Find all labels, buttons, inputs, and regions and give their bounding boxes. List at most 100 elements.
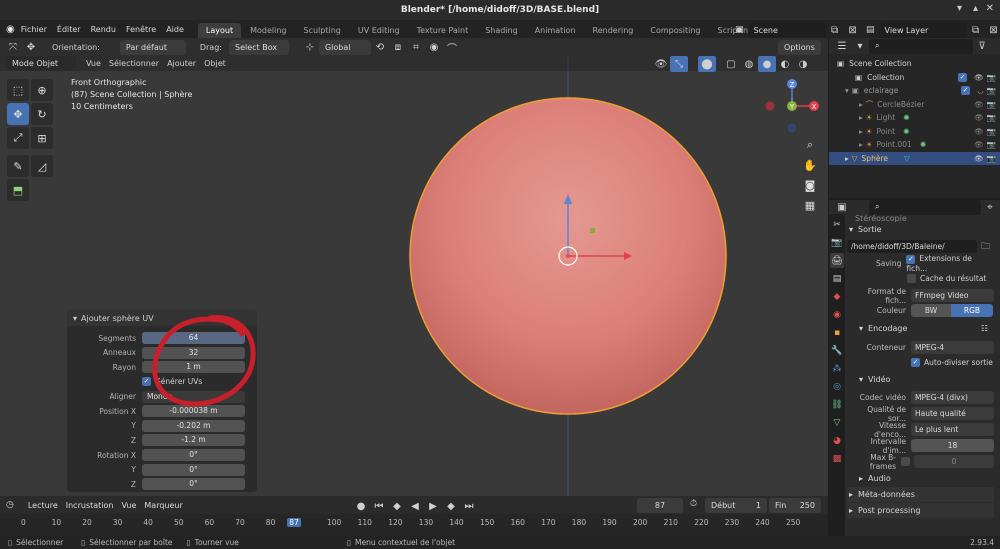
properties-editor-icon[interactable]: ▣ bbox=[833, 199, 851, 215]
snap-icon[interactable]: ⧈ bbox=[389, 39, 407, 55]
tool-tab-icon[interactable]: ✂ bbox=[830, 217, 844, 232]
metadata-section[interactable]: ▸ Méta-données bbox=[847, 487, 994, 502]
zoom-icon[interactable]: ⌕ bbox=[801, 136, 819, 154]
physics-tab-icon[interactable]: ◎ bbox=[830, 379, 844, 394]
video-section[interactable]: ▾ Vidéo bbox=[847, 372, 994, 387]
outliner-item-scene-collection[interactable]: ▣ Scene Collection bbox=[829, 57, 1000, 71]
visibility-icon[interactable]: 👁 bbox=[652, 56, 670, 72]
cache-result-checkbox[interactable] bbox=[907, 274, 916, 284]
color-rgb-button[interactable]: RGB bbox=[951, 304, 993, 317]
camera-icon[interactable]: 📷 bbox=[987, 140, 996, 149]
tab-compositing[interactable]: Compositing bbox=[642, 23, 708, 38]
menu-edit[interactable]: Éditer bbox=[57, 25, 81, 34]
menu-help[interactable]: Aide bbox=[166, 25, 184, 34]
material-tab-icon[interactable]: ◕ bbox=[830, 433, 844, 448]
menu-add[interactable]: Ajouter bbox=[167, 59, 196, 68]
data-tab-icon[interactable]: ▽ bbox=[830, 415, 844, 430]
menu-window[interactable]: Fenêtre bbox=[126, 25, 156, 34]
pivot-icon[interactable]: ⟲ bbox=[371, 39, 389, 55]
filter-icon[interactable]: ⊽ bbox=[973, 38, 991, 54]
codec-dropdown[interactable]: MPEG-4 (divx) bbox=[911, 391, 994, 404]
autosplit-checkbox[interactable]: ✓ bbox=[911, 358, 920, 368]
timeline-view-menu[interactable]: Vue bbox=[117, 498, 140, 513]
proportional-edit-icon[interactable]: ◉ bbox=[425, 39, 443, 55]
move-tool-icon[interactable]: ✥ bbox=[7, 103, 29, 125]
collapse-arrow-icon[interactable]: ▾ bbox=[859, 324, 863, 333]
perspective-toggle-icon[interactable]: ▦ bbox=[801, 196, 819, 214]
eye-icon[interactable]: 👁 bbox=[974, 154, 984, 163]
file-extensions-option[interactable]: ✓ Extensions de fich... bbox=[906, 254, 994, 273]
autosplit-option[interactable]: ✓ Auto-diviser sortie bbox=[911, 358, 993, 368]
cache-result-option[interactable]: Cache du résultat bbox=[907, 274, 986, 284]
render-tab-icon[interactable]: 📷 bbox=[830, 235, 844, 250]
object-tab-icon[interactable]: ▪ bbox=[830, 325, 844, 340]
particles-tab-icon[interactable]: ⁂ bbox=[830, 361, 844, 376]
play-icon[interactable]: ▶ bbox=[424, 498, 442, 514]
eye-icon[interactable]: 👁 bbox=[974, 100, 984, 109]
expand-arrow-icon[interactable]: ▸ bbox=[845, 154, 849, 163]
include-checkbox[interactable]: ✓ bbox=[961, 86, 971, 96]
timeline-ruler[interactable]: 0 10 20 30 40 50 60 70 80 87 100 110 120 130 140 150 160… bbox=[0, 514, 828, 536]
new-scene-icon[interactable]: ⧉ bbox=[826, 22, 844, 38]
delete-view-layer-icon[interactable]: ⊠ bbox=[985, 22, 1000, 38]
postprocessing-section[interactable]: ▸ Post processing bbox=[847, 503, 994, 518]
tab-shading[interactable]: Shading bbox=[477, 23, 526, 38]
gizmo-icon[interactable]: ⤡ bbox=[670, 56, 688, 72]
eye-icon[interactable]: 👁 bbox=[974, 113, 984, 122]
expand-arrow-icon[interactable]: ▸ bbox=[859, 100, 863, 109]
overlay-icon[interactable]: ⬤ bbox=[698, 56, 716, 72]
timeline-current-frame-marker[interactable]: 87 bbox=[287, 518, 301, 527]
properties-search-input[interactable]: ⌕ bbox=[869, 199, 981, 215]
scene-field[interactable]: Scene bbox=[747, 22, 826, 38]
expand-arrow-icon[interactable]: ▸ bbox=[849, 506, 853, 515]
eye-icon[interactable]: 👁 bbox=[974, 127, 984, 136]
color-bw-button[interactable]: BW bbox=[911, 304, 951, 317]
tab-modeling[interactable]: Modeling bbox=[242, 23, 294, 38]
stereoscopy-section[interactable]: Stéréoscopie bbox=[847, 214, 994, 222]
camera-icon[interactable]: 📷 bbox=[987, 100, 996, 109]
menu-file[interactable]: Fichier bbox=[21, 25, 47, 34]
xray-icon[interactable]: ▢ bbox=[722, 56, 740, 72]
next-keyframe-icon[interactable]: ◆ bbox=[442, 498, 460, 514]
expand-arrow-icon[interactable]: ▾ bbox=[845, 86, 849, 95]
tab-rendering[interactable]: Rendering bbox=[585, 23, 642, 38]
keying-menu[interactable]: Incrustation bbox=[62, 498, 118, 513]
options-dropdown[interactable]: Options bbox=[778, 40, 821, 55]
scene-tab-icon[interactable]: ◆ bbox=[830, 289, 844, 304]
menu-view[interactable]: Vue bbox=[86, 59, 101, 68]
camera-icon[interactable]: 📷 bbox=[987, 86, 996, 95]
3d-viewport[interactable]: ⤧ ✥ Orientation: Par défaut Drag: Select… bbox=[0, 38, 828, 496]
falloff-icon[interactable]: ⌒ bbox=[443, 39, 461, 55]
outliner-search-input[interactable]: ⌕ bbox=[869, 38, 973, 54]
end-frame-field[interactable]: Fin 250 bbox=[769, 498, 821, 513]
constraints-tab-icon[interactable]: ⛓ bbox=[830, 397, 844, 412]
orientation-dropdown[interactable]: Par défaut bbox=[119, 39, 186, 55]
blender-logo-icon[interactable]: ◉ bbox=[6, 24, 15, 35]
texture-tab-icon[interactable]: ▩ bbox=[830, 451, 844, 466]
tab-sculpting[interactable]: Sculpting bbox=[295, 23, 348, 38]
delete-scene-icon[interactable]: ⊠ bbox=[844, 22, 862, 38]
audio-section[interactable]: ▸ Audio bbox=[847, 471, 994, 486]
close-icon[interactable]: ✕ bbox=[986, 3, 994, 14]
menu-select[interactable]: Sélectionner bbox=[109, 59, 159, 68]
tab-animation[interactable]: Animation bbox=[527, 23, 584, 38]
outliner-item-curve[interactable]: ▸ ⌒ CercleBézier 👁 📷 bbox=[829, 98, 1000, 112]
menu-object[interactable]: Objet bbox=[204, 59, 226, 68]
folder-icon[interactable]: 🗀 bbox=[981, 239, 990, 255]
rotation-y-field[interactable]: 0° bbox=[142, 463, 245, 476]
drag-dropdown[interactable]: Select Box bbox=[228, 39, 289, 55]
collapse-arrow-icon[interactable]: ▾ bbox=[849, 225, 853, 234]
outliner-item-point[interactable]: ▸ ☀ Point ✺ 👁 📷 bbox=[829, 125, 1000, 139]
tab-texture-paint[interactable]: Texture Paint bbox=[409, 23, 477, 38]
speed-dropdown[interactable]: Le plus lent bbox=[911, 423, 994, 436]
camera-icon[interactable]: 📷 bbox=[987, 113, 996, 122]
pin-icon[interactable]: ⌖ bbox=[981, 199, 999, 215]
keyframe-interval-field[interactable]: 18 bbox=[911, 439, 994, 452]
include-checkbox[interactable]: ✓ bbox=[958, 72, 968, 82]
presets-icon[interactable]: ☷ bbox=[981, 324, 988, 333]
eye-icon[interactable]: 👁 bbox=[974, 73, 984, 82]
outliner-item-point-001[interactable]: ▸ ☀ Point.001 ✺ 👁 📷 bbox=[829, 138, 1000, 152]
cursor-icon[interactable]: ⊕ bbox=[31, 79, 53, 101]
max-bframes-checkbox[interactable] bbox=[901, 457, 910, 466]
rotation-x-field[interactable]: 0° bbox=[142, 449, 245, 461]
